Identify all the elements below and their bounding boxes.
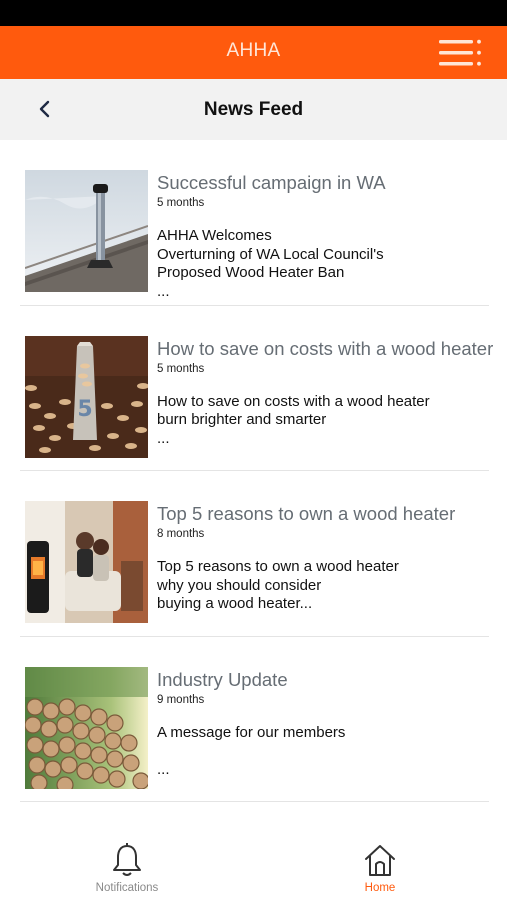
news-title[interactable]: Successful campaign in WA bbox=[157, 172, 386, 194]
news-title[interactable]: How to save on costs with a wood heater bbox=[157, 338, 493, 360]
app-title: AHHA bbox=[226, 40, 281, 61]
news-excerpt: AHHA Welcomes Overturning of WA Local Co… bbox=[157, 227, 384, 300]
page-header: News Feed bbox=[0, 79, 507, 140]
status-bar bbox=[0, 0, 507, 26]
news-title[interactable]: Top 5 reasons to own a wood heater bbox=[157, 503, 455, 525]
divider bbox=[20, 801, 489, 802]
bottom-nav: Notifications Home bbox=[0, 830, 507, 900]
news-feed-list: Successful campaign in WA 5 months AHHA … bbox=[0, 140, 507, 802]
news-excerpt: How to save on costs with a wood heater … bbox=[157, 392, 430, 447]
news-age: 8 months bbox=[157, 528, 205, 540]
nav-notifications-label: Notifications bbox=[95, 882, 159, 894]
news-excerpt: A message for our members ... bbox=[157, 723, 346, 778]
news-age: 5 months bbox=[157, 362, 205, 375]
news-item[interactable]: 5 How to save on costs with a wood heate… bbox=[0, 306, 507, 471]
nav-home-label: Home bbox=[364, 882, 396, 894]
news-item[interactable]: Industry Update 9 months A message for o… bbox=[0, 637, 507, 802]
news-age: 9 months bbox=[157, 693, 205, 706]
svg-text:5: 5 bbox=[77, 397, 92, 422]
news-age: 5 months bbox=[157, 197, 205, 209]
menu-icon bbox=[439, 39, 481, 66]
bell-icon bbox=[113, 843, 141, 876]
news-thumbnail-logs bbox=[25, 666, 148, 789]
page-title: News Feed bbox=[203, 99, 304, 120]
nav-home[interactable]: Home bbox=[310, 842, 450, 894]
news-item[interactable]: Top 5 reasons to own a wood heater 8 mon… bbox=[0, 471, 507, 637]
news-title[interactable]: Industry Update bbox=[157, 669, 288, 691]
news-thumbnail-pellets: 5 bbox=[25, 335, 148, 458]
menu-button[interactable] bbox=[434, 37, 486, 69]
news-thumbnail-family bbox=[25, 501, 148, 623]
news-item[interactable]: Successful campaign in WA 5 months AHHA … bbox=[0, 140, 507, 306]
app-bar: AHHA bbox=[0, 26, 507, 79]
news-excerpt: Top 5 reasons to own a wood heater why y… bbox=[157, 558, 399, 613]
nav-notifications[interactable]: Notifications bbox=[57, 842, 197, 894]
news-thumbnail-chimney bbox=[25, 170, 148, 292]
home-icon bbox=[365, 845, 395, 876]
